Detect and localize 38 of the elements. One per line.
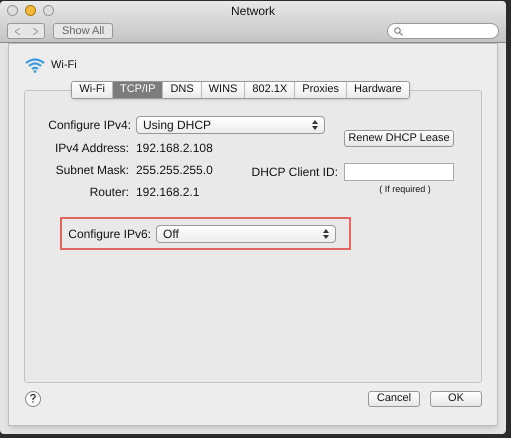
search-icon [394,26,403,36]
forward-icon [32,28,38,34]
stepper-arrows-icon [312,120,318,130]
back-forward-button[interactable] [7,23,45,39]
tab[interactable]: TCP/IP [112,82,162,98]
tab[interactable]: Hardware [346,82,409,98]
interface-name: Wi-Fi [51,58,77,73]
search-field[interactable] [387,23,499,39]
tab[interactable]: Proxies [294,82,346,98]
field-label: Subnet Mask: [54,162,130,179]
dialog-button[interactable]: Cancel [368,390,420,406]
minimize-icon[interactable] [25,5,36,16]
back-icon [14,28,20,34]
tab[interactable]: Wi-Fi [72,82,112,98]
window-title: Network [230,2,276,20]
show-all-button[interactable]: Show All [53,23,114,39]
field-value: 192.168.2.1 [136,184,200,201]
wifi-icon [25,58,45,73]
field-label: Configure IPv4: [47,116,132,134]
tab[interactable]: WINS [200,82,244,98]
field-label: Router: [88,184,130,201]
help-icon[interactable] [25,390,41,406]
zoom-icon[interactable] [43,5,54,16]
close-icon[interactable] [7,5,18,16]
field-label: IPv4 Address: [54,140,130,157]
field-value: 192.168.2.108 [136,140,213,157]
field-label: DHCP Client ID: [250,164,339,180]
renew-dhcp-lease-button[interactable]: Renew DHCP Lease [344,130,454,146]
tab[interactable]: DNS [162,82,201,98]
field-label: Configure IPv6: [67,226,152,242]
field-value: 255.255.255.0 [136,162,213,179]
hint-text: ( If required ) [378,182,432,196]
dhcp-client-id-field[interactable] [344,162,454,180]
stepper-arrows-icon [323,228,329,238]
popup-menu[interactable]: Off [156,224,336,242]
tab[interactable]: 802.1X [244,82,294,98]
popup-menu[interactable]: Using DHCP [136,116,325,134]
dialog-button[interactable]: OK [430,390,482,406]
